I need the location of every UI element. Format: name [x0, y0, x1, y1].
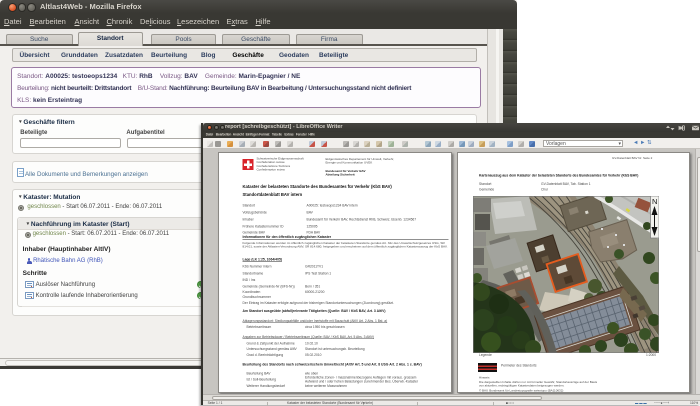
svg-text:N: N [652, 197, 657, 206]
